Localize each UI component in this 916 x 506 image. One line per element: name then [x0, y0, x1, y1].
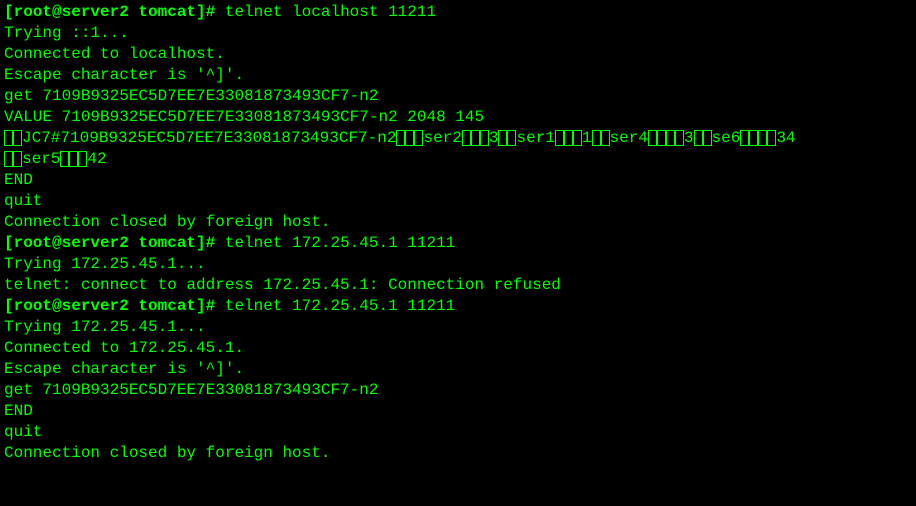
- terminal-text: JC7#7109B9325EC5D7EE7E33081873493CF7-n2: [22, 129, 396, 147]
- shell-prompt: [root@server2 tomcat]#: [4, 297, 225, 315]
- unprintable-glyph: [694, 130, 703, 146]
- shell-prompt: [root@server2 tomcat]#: [4, 3, 225, 21]
- unprintable-glyph: [767, 130, 776, 146]
- terminal-line: END: [4, 170, 912, 191]
- terminal-text: ser5: [22, 150, 60, 168]
- unprintable-glyph: [480, 130, 489, 146]
- unprintable-glyph: [498, 130, 507, 146]
- terminal-line: VALUE 7109B9325EC5D7EE7E33081873493CF7-n…: [4, 107, 912, 128]
- unprintable-glyph: [648, 130, 657, 146]
- terminal-text: telnet: connect to address 172.25.45.1: …: [4, 276, 561, 294]
- terminal-line: ser5 42: [4, 149, 912, 170]
- unprintable-glyph: [564, 130, 573, 146]
- unprintable-glyph: [601, 130, 610, 146]
- terminal-text: 3: [489, 129, 499, 147]
- terminal-text: telnet 172.25.45.1 11211: [225, 297, 455, 315]
- unprintable-glyph: [758, 130, 767, 146]
- terminal-text: get 7109B9325EC5D7EE7E33081873493CF7-n2: [4, 381, 378, 399]
- terminal-text: Escape character is '^]'.: [4, 360, 244, 378]
- terminal-text: 3: [684, 129, 694, 147]
- unprintable-glyph: [405, 130, 414, 146]
- terminal-text: ser2: [423, 129, 461, 147]
- terminal-text: 42: [87, 150, 106, 168]
- terminal-line: quit: [4, 191, 912, 212]
- terminal-text: get 7109B9325EC5D7EE7E33081873493CF7-n2: [4, 87, 378, 105]
- unprintable-glyph: [555, 130, 564, 146]
- terminal-line: telnet: connect to address 172.25.45.1: …: [4, 275, 912, 296]
- unprintable-glyph: [60, 151, 69, 167]
- unprintable-glyph: [573, 130, 582, 146]
- unprintable-glyph: [592, 130, 601, 146]
- unprintable-glyph: [396, 130, 405, 146]
- terminal-line: quit: [4, 422, 912, 443]
- terminal-line: get 7109B9325EC5D7EE7E33081873493CF7-n2: [4, 86, 912, 107]
- terminal-line: Connected to 172.25.45.1.: [4, 338, 912, 359]
- unprintable-glyph: [740, 130, 749, 146]
- terminal-text: ser1: [516, 129, 554, 147]
- shell-prompt: [root@server2 tomcat]#: [4, 234, 225, 252]
- terminal-line: Trying 172.25.45.1...: [4, 254, 912, 275]
- unprintable-glyph: [703, 130, 712, 146]
- unprintable-glyph: [675, 130, 684, 146]
- terminal-text: VALUE 7109B9325EC5D7EE7E33081873493CF7-n…: [4, 108, 484, 126]
- unprintable-glyph: [13, 130, 22, 146]
- terminal-text: END: [4, 402, 33, 420]
- terminal-text: Connection closed by foreign host.: [4, 444, 330, 462]
- terminal-text: telnet 172.25.45.1 11211: [225, 234, 455, 252]
- terminal-line: Connected to localhost.: [4, 44, 912, 65]
- terminal-text: 34: [776, 129, 795, 147]
- terminal-line: Escape character is '^]'.: [4, 65, 912, 86]
- terminal-line: Connection closed by foreign host.: [4, 212, 912, 233]
- terminal-text: telnet localhost 11211: [225, 3, 436, 21]
- terminal-text: Escape character is '^]'.: [4, 66, 244, 84]
- unprintable-glyph: [4, 151, 13, 167]
- terminal-text: Trying 172.25.45.1...: [4, 318, 206, 336]
- terminal-text: Connection closed by foreign host.: [4, 213, 330, 231]
- unprintable-glyph: [657, 130, 666, 146]
- terminal-text: Connected to 172.25.45.1.: [4, 339, 244, 357]
- terminal-text: Trying 172.25.45.1...: [4, 255, 206, 273]
- unprintable-glyph: [471, 130, 480, 146]
- terminal-line: get 7109B9325EC5D7EE7E33081873493CF7-n2: [4, 380, 912, 401]
- terminal-line: JC7#7109B9325EC5D7EE7E33081873493CF7-n2 …: [4, 128, 912, 149]
- terminal-line: Connection closed by foreign host.: [4, 443, 912, 464]
- terminal-text: se6: [712, 129, 741, 147]
- terminal-text: 1: [582, 129, 592, 147]
- unprintable-glyph: [4, 130, 13, 146]
- terminal-line: Trying 172.25.45.1...: [4, 317, 912, 338]
- terminal-line: [root@server2 tomcat]# telnet localhost …: [4, 2, 912, 23]
- unprintable-glyph: [462, 130, 471, 146]
- unprintable-glyph: [13, 151, 22, 167]
- terminal-line: Escape character is '^]'.: [4, 359, 912, 380]
- terminal-text: Trying ::1...: [4, 24, 129, 42]
- terminal-line: [root@server2 tomcat]# telnet 172.25.45.…: [4, 233, 912, 254]
- unprintable-glyph: [666, 130, 675, 146]
- terminal-output[interactable]: [root@server2 tomcat]# telnet localhost …: [0, 0, 916, 466]
- unprintable-glyph: [69, 151, 78, 167]
- terminal-text: Connected to localhost.: [4, 45, 225, 63]
- terminal-text: quit: [4, 192, 42, 210]
- terminal-text: END: [4, 171, 33, 189]
- unprintable-glyph: [749, 130, 758, 146]
- terminal-line: Trying ::1...: [4, 23, 912, 44]
- terminal-line: [root@server2 tomcat]# telnet 172.25.45.…: [4, 296, 912, 317]
- terminal-text: quit: [4, 423, 42, 441]
- terminal-text: ser4: [610, 129, 648, 147]
- terminal-line: END: [4, 401, 912, 422]
